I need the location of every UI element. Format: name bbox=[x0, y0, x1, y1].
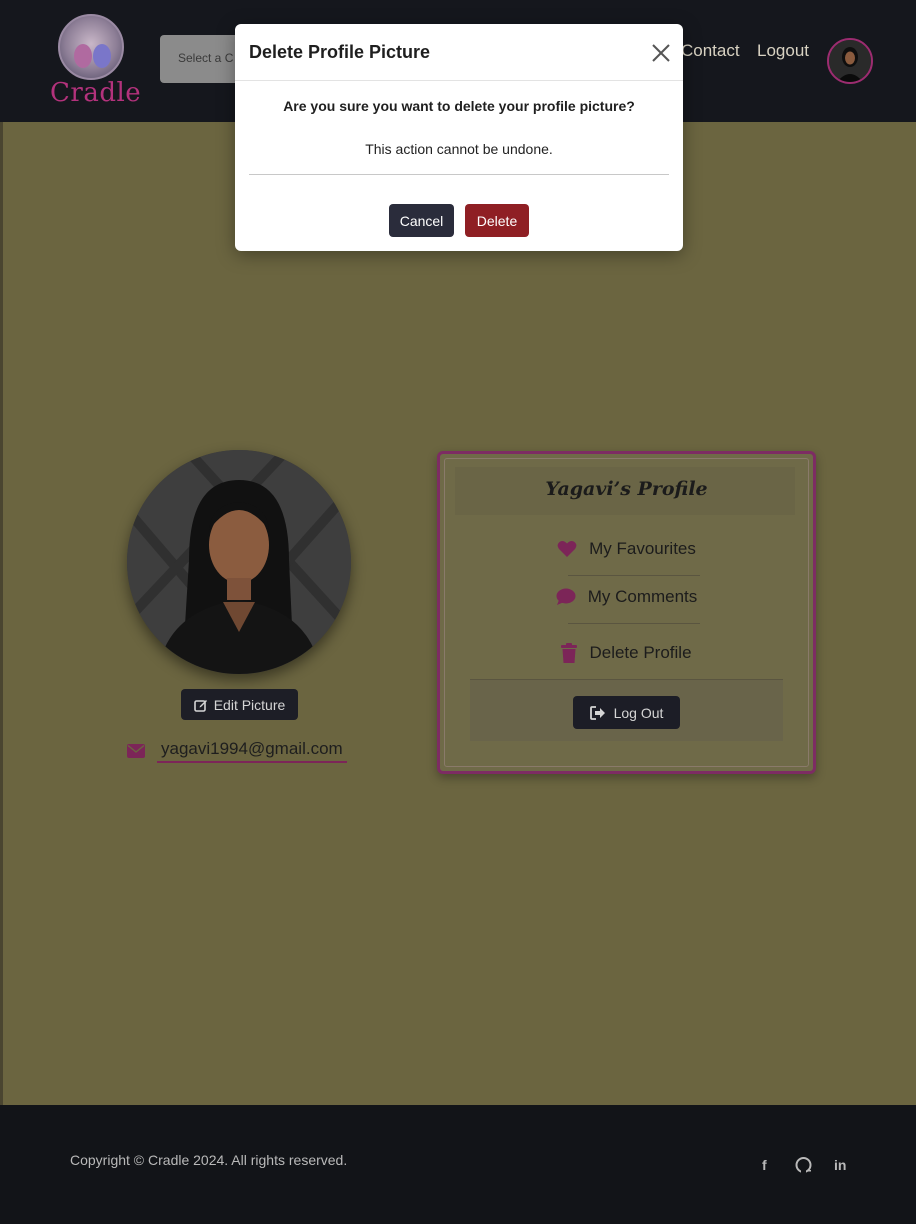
nav-logout-link[interactable]: Logout bbox=[757, 41, 809, 61]
comment-icon bbox=[556, 588, 576, 605]
edit-picture-button[interactable]: Edit Picture bbox=[181, 689, 298, 720]
edit-picture-label: Edit Picture bbox=[213, 696, 286, 713]
linkedin-icon[interactable]: in bbox=[834, 1157, 846, 1173]
heart-icon bbox=[557, 541, 577, 557]
email-address[interactable]: yagavi1994@gmail.com bbox=[157, 739, 347, 763]
modal-note: This action cannot be undone. bbox=[365, 141, 553, 157]
header-avatar[interactable] bbox=[827, 38, 873, 84]
sign-out-icon bbox=[589, 705, 605, 720]
profile-card: Yagavi’s Profile My Favourites My Commen… bbox=[437, 451, 816, 774]
email-row: yagavi1994@gmail.com bbox=[127, 738, 347, 764]
github-icon[interactable] bbox=[795, 1157, 812, 1176]
copyright-text: Copyright © Cradle 2024. All rights rese… bbox=[70, 1152, 348, 1168]
my-favourites-label: My Favourites bbox=[589, 539, 696, 558]
logo-emblem bbox=[58, 14, 124, 80]
modal-header: Delete Profile Picture bbox=[235, 24, 683, 81]
close-icon[interactable] bbox=[649, 41, 673, 65]
log-out-button[interactable]: Log Out bbox=[573, 696, 680, 729]
site-footer: Copyright © Cradle 2024. All rights rese… bbox=[0, 1105, 916, 1224]
my-comments-link[interactable]: My Comments bbox=[440, 587, 813, 607]
logo-text: Cradle bbox=[50, 78, 142, 108]
envelope-icon bbox=[127, 744, 145, 758]
profile-photo bbox=[127, 450, 351, 674]
modal-question: Are you sure you want to delete your pro… bbox=[283, 98, 635, 114]
nav-contact-link[interactable]: Contact bbox=[681, 41, 740, 61]
delete-picture-modal: Delete Profile Picture Are you sure you … bbox=[235, 24, 683, 251]
edit-icon bbox=[193, 699, 207, 712]
facebook-icon[interactable]: f bbox=[762, 1157, 767, 1173]
my-comments-label: My Comments bbox=[587, 587, 698, 606]
delete-profile-label: Delete Profile bbox=[589, 643, 692, 662]
modal-title: Delete Profile Picture bbox=[249, 42, 431, 62]
modal-divider bbox=[249, 174, 669, 175]
trash-icon bbox=[561, 643, 578, 663]
delete-profile-link[interactable]: Delete Profile bbox=[440, 643, 813, 663]
cradle-logo[interactable]: Cradle bbox=[46, 10, 142, 110]
cancel-button[interactable]: Cancel bbox=[389, 204, 454, 237]
profile-picture bbox=[127, 450, 351, 674]
avatar-image bbox=[829, 40, 871, 82]
my-favourites-link[interactable]: My Favourites bbox=[440, 539, 813, 559]
log-out-label: Log Out bbox=[613, 704, 664, 721]
profile-card-title: Yagavi’s Profile bbox=[545, 478, 708, 500]
delete-button[interactable]: Delete bbox=[465, 204, 529, 237]
divider bbox=[568, 623, 700, 624]
divider bbox=[568, 575, 700, 576]
